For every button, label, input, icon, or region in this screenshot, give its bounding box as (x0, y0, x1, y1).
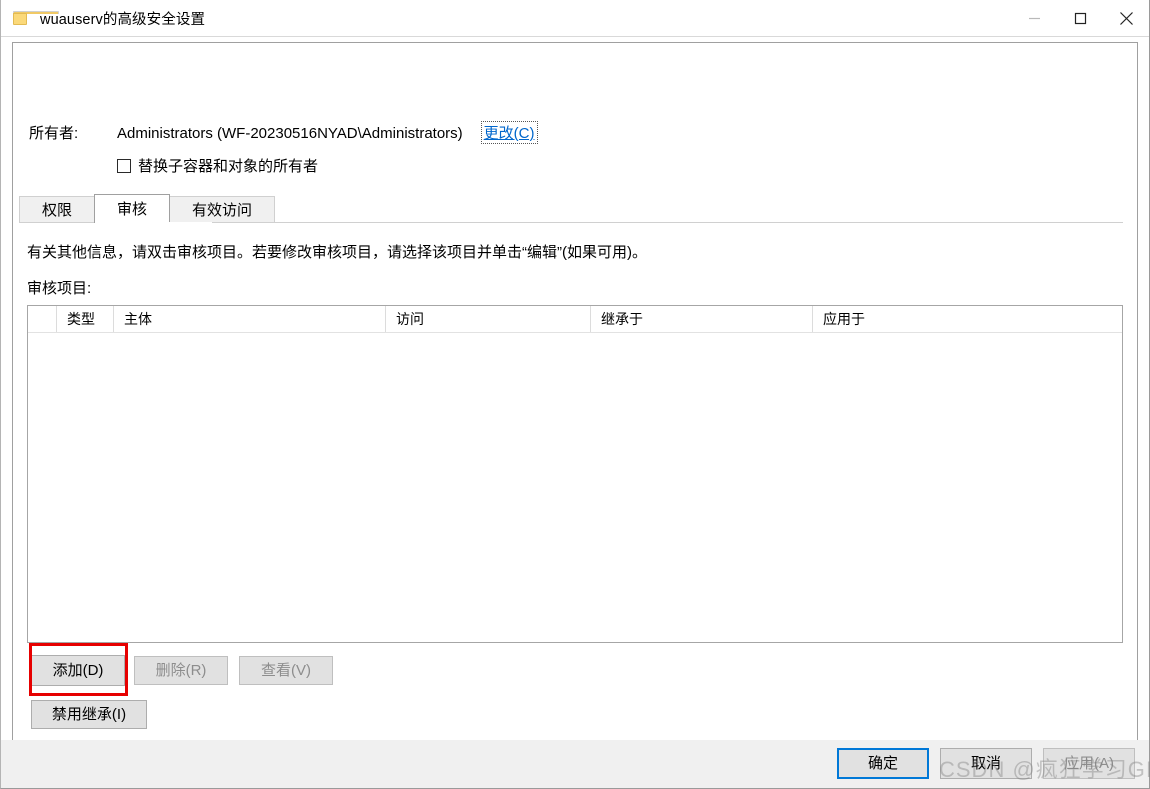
maximize-icon (1074, 12, 1086, 24)
column-header-principal[interactable]: 主体 (114, 306, 386, 332)
ok-button[interactable]: 确定 (837, 748, 929, 779)
audit-entries-listview[interactable]: 类型 主体 访问 继承于 应用于 (27, 305, 1123, 643)
maximize-button[interactable] (1057, 0, 1103, 36)
folder-icon (13, 10, 59, 26)
listview-body[interactable] (28, 333, 1122, 642)
window-title: wuauserv的高级安全设置 (40, 11, 206, 28)
apply-button: 应用(A) (1043, 748, 1135, 779)
selected-tab-mask (122, 222, 212, 224)
minimize-icon (1028, 17, 1040, 19)
column-header-inherited-from[interactable]: 继承于 (591, 306, 813, 332)
column-header-applies-to[interactable]: 应用于 (813, 306, 1122, 332)
close-icon (1119, 11, 1133, 25)
tabstrip: 权限 审核 有效访问 (19, 194, 276, 223)
cancel-button[interactable]: 取消 (940, 748, 1032, 779)
replace-owner-checkbox[interactable]: 替换子容器和对象的所有者 (117, 155, 318, 176)
minimize-button[interactable] (1011, 0, 1057, 36)
close-button[interactable] (1103, 0, 1149, 36)
owner-row: 所有者: Administrators (WF-20230516NYAD\Adm… (29, 121, 538, 144)
owner-value: Administrators (WF-20230516NYAD\Administ… (117, 125, 463, 142)
column-header-icon[interactable] (28, 306, 57, 332)
replace-owner-checkbox-box[interactable] (117, 158, 131, 173)
tab-effective-access[interactable]: 有效访问 (169, 196, 276, 223)
owner-label: 所有者: (29, 125, 79, 142)
dialog-content: 所有者: Administrators (WF-20230516NYAD\Adm… (1, 37, 1149, 740)
title-bar: wuauserv的高级安全设置 (1, 0, 1149, 36)
audit-entries-label: 审核项目: (27, 280, 92, 297)
add-button[interactable]: 添加(D) (31, 655, 125, 686)
footer-buttons: 确定 取消 应用(A) (837, 748, 1135, 779)
window-controls (1011, 0, 1149, 36)
advanced-security-settings-window: wuauserv的高级安全设置 所有者: Administrators (WF-… (0, 0, 1150, 789)
remove-button: 删除(R) (134, 656, 228, 685)
column-header-access[interactable]: 访问 (386, 306, 591, 332)
listview-header: 类型 主体 访问 继承于 应用于 (28, 306, 1122, 333)
change-owner-link[interactable]: 更改(C) (480, 121, 538, 144)
view-button: 查看(V) (239, 656, 333, 685)
tab-permissions[interactable]: 权限 (19, 196, 96, 223)
disable-inheritance-button[interactable]: 禁用继承(I) (31, 700, 147, 729)
replace-owner-checkbox-label: 替换子容器和对象的所有者 (138, 158, 319, 175)
title-bar-left: wuauserv的高级安全设置 (1, 8, 205, 29)
column-header-type[interactable]: 类型 (57, 306, 114, 332)
tab-auditing[interactable]: 审核 (94, 194, 171, 223)
audit-description: 有关其他信息，请双击审核项目。若要修改审核项目，请选择该项目并单击“编辑”(如果… (27, 244, 647, 261)
dialog-footer: 确定 取消 应用(A) (1, 740, 1149, 788)
